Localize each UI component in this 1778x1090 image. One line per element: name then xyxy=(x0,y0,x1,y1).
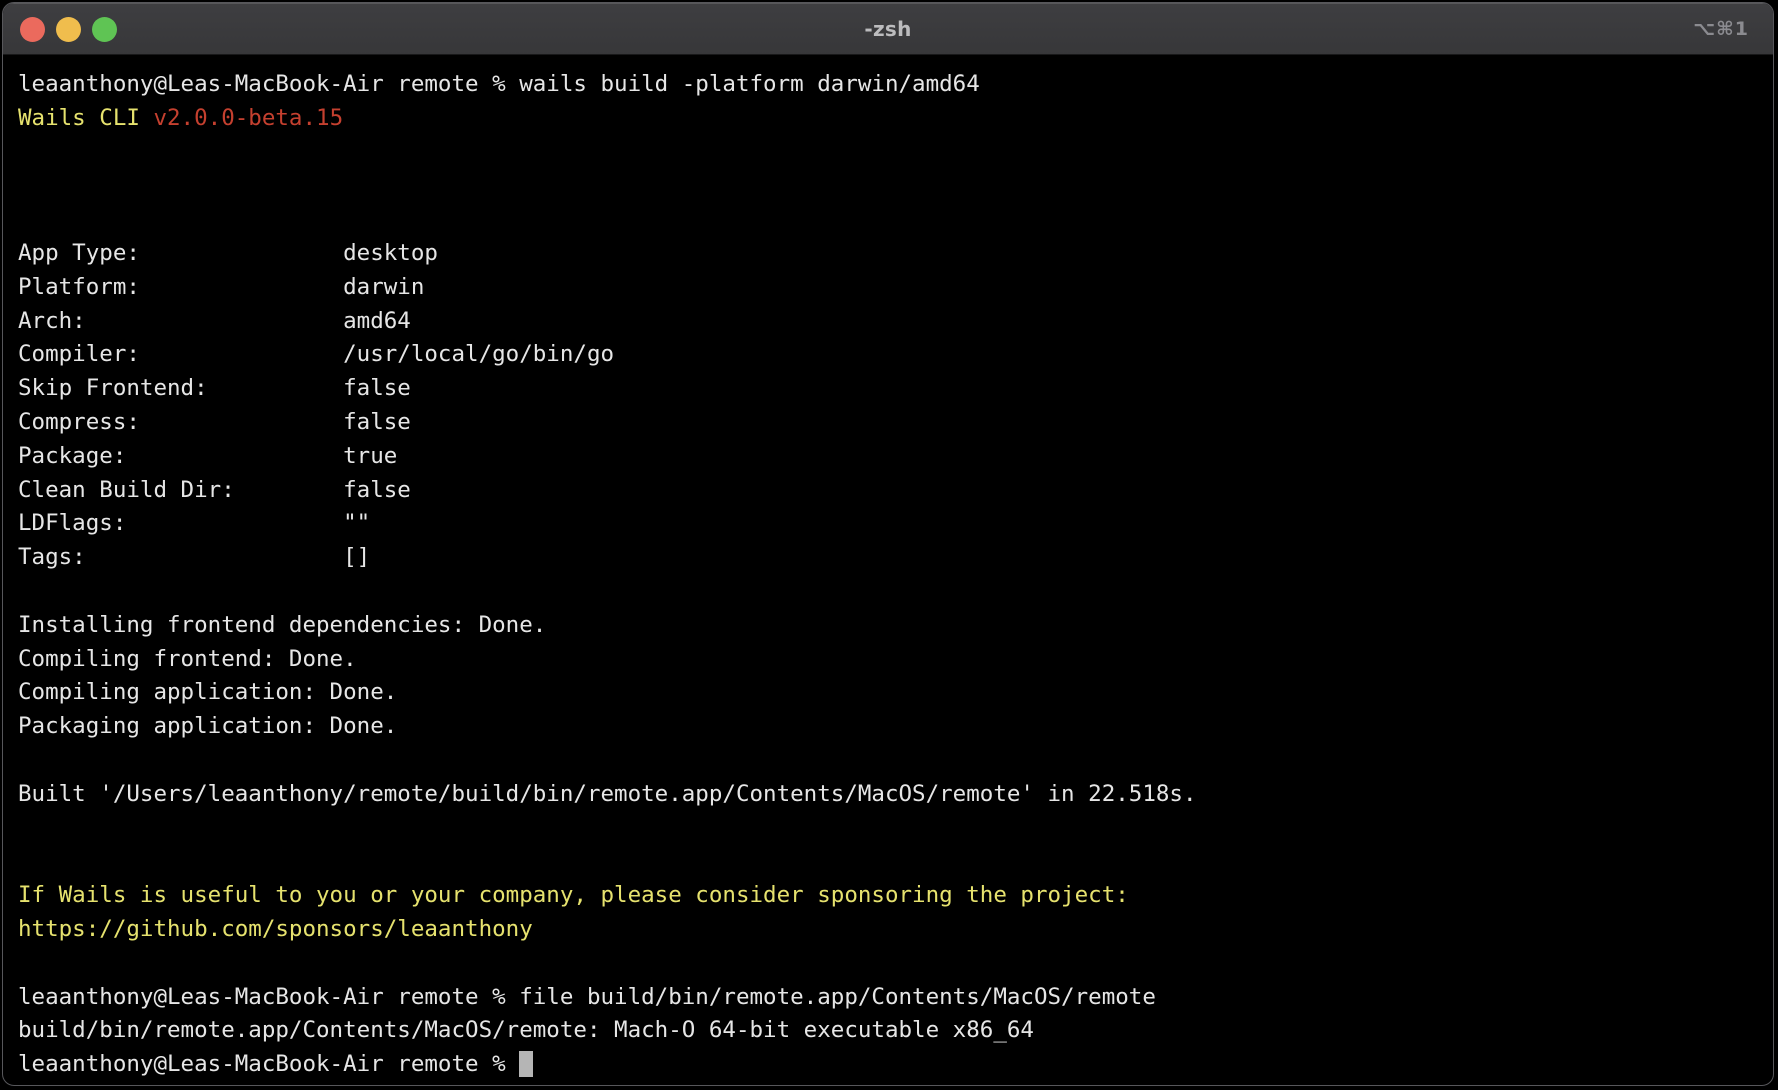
terminal-text: Compiler: /usr/local/go/bin/go xyxy=(18,341,614,367)
config-row: Platform: darwin xyxy=(18,274,424,300)
terminal-text: LDFlags: "" xyxy=(18,510,370,536)
config-row: Skip Frontend: false xyxy=(18,375,411,401)
status-line: Compiling application: Done. xyxy=(18,679,397,705)
terminal-text: v2.0.0-beta.15 xyxy=(153,105,343,131)
close-button[interactable] xyxy=(20,17,45,42)
config-row: Clean Build Dir: false xyxy=(18,477,411,503)
status-line: Compiling frontend: Done. xyxy=(18,646,357,672)
build-result-line: Built '/Users/leaanthony/remote/build/bi… xyxy=(18,781,1197,807)
terminal-text: If Wails is useful to you or your compan… xyxy=(18,882,1129,908)
prompt-current-line: leaanthony@Leas-MacBook-Air remote % xyxy=(18,1051,533,1077)
window-titlebar[interactable]: -zsh ⌥⌘1 xyxy=(3,3,1773,55)
status-line: Installing frontend dependencies: Done. xyxy=(18,612,546,638)
config-row: Compress: false xyxy=(18,409,411,435)
sponsor-message-line: If Wails is useful to you or your compan… xyxy=(18,882,1129,908)
prompt-build-line: leaanthony@Leas-MacBook-Air remote % wai… xyxy=(18,71,980,97)
wails-version-line: Wails CLI v2.0.0-beta.15 xyxy=(18,105,343,131)
terminal-text: Compiling application: Done. xyxy=(18,679,397,705)
text-cursor xyxy=(519,1051,533,1077)
terminal-text: Package: true xyxy=(18,443,397,469)
terminal-text: Platform: darwin xyxy=(18,274,424,300)
terminal-text: leaanthony@Leas-MacBook-Air remote % xyxy=(18,1051,519,1077)
terminal-text: Wails CLI xyxy=(18,105,153,131)
status-line: Packaging application: Done. xyxy=(18,713,397,739)
config-row: Arch: amd64 xyxy=(18,308,411,334)
terminal-text: Built '/Users/leaanthony/remote/build/bi… xyxy=(18,781,1197,807)
terminal-text: Tags: [] xyxy=(18,544,370,570)
terminal-text: leaanthony@Leas-MacBook-Air remote % fil… xyxy=(18,984,1156,1010)
terminal-text: Skip Frontend: false xyxy=(18,375,411,401)
minimize-button[interactable] xyxy=(56,17,81,42)
terminal-text: Packaging application: Done. xyxy=(18,713,397,739)
sponsor-url-line: https://github.com/sponsors/leaanthony xyxy=(18,916,533,942)
terminal-text: Clean Build Dir: false xyxy=(18,477,411,503)
terminal-text: Compiling frontend: Done. xyxy=(18,646,357,672)
terminal-text: Installing frontend dependencies: Done. xyxy=(18,612,546,638)
config-row: App Type: desktop xyxy=(18,240,438,266)
terminal-text: App Type: desktop xyxy=(18,240,438,266)
file-output-line: build/bin/remote.app/Contents/MacOS/remo… xyxy=(18,1017,1034,1043)
config-row: LDFlags: "" xyxy=(18,510,370,536)
terminal-text: leaanthony@Leas-MacBook-Air remote % wai… xyxy=(18,71,980,97)
window-title: -zsh xyxy=(864,17,911,41)
terminal-text: Compress: false xyxy=(18,409,411,435)
config-row: Compiler: /usr/local/go/bin/go xyxy=(18,341,614,367)
traffic-lights xyxy=(20,3,117,55)
config-row: Package: true xyxy=(18,443,397,469)
zoom-button[interactable] xyxy=(92,17,117,42)
tab-shortcut-hint: ⌥⌘1 xyxy=(1693,3,1749,55)
terminal-output[interactable]: leaanthony@Leas-MacBook-Air remote % wai… xyxy=(3,55,1773,1082)
terminal-window: -zsh ⌥⌘1 leaanthony@Leas-MacBook-Air rem… xyxy=(2,2,1774,1086)
prompt-file-line: leaanthony@Leas-MacBook-Air remote % fil… xyxy=(18,984,1156,1010)
config-row: Tags: [] xyxy=(18,544,370,570)
terminal-text: build/bin/remote.app/Contents/MacOS/remo… xyxy=(18,1017,1034,1043)
terminal-text: Arch: amd64 xyxy=(18,308,411,334)
terminal-text: https://github.com/sponsors/leaanthony xyxy=(18,916,533,942)
